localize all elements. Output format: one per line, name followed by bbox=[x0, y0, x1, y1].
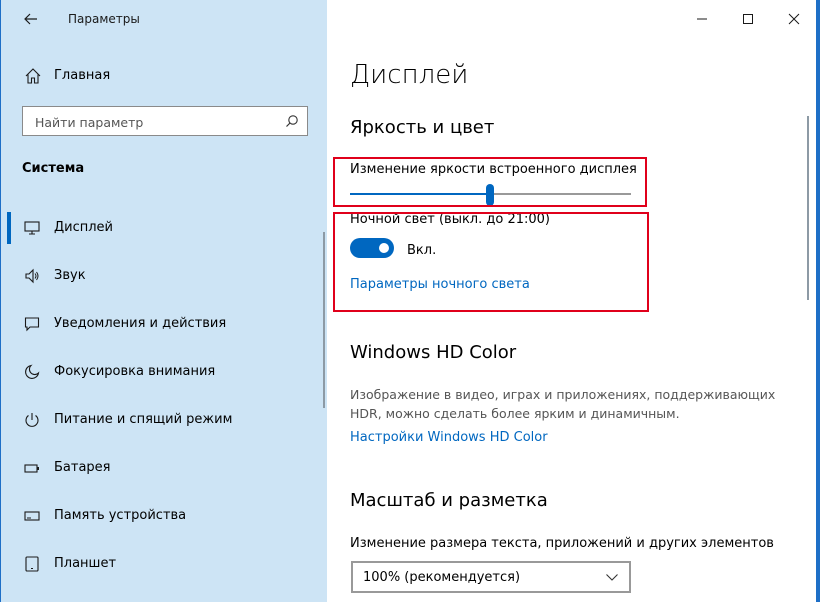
tablet-icon bbox=[25, 556, 39, 572]
sidebar-item-power[interactable]: Питание и спящий режим bbox=[1, 400, 323, 440]
sidebar: Параметры Главная Система Дисплей bbox=[1, 0, 327, 602]
hd-color-heading: Windows HD Color bbox=[350, 342, 517, 363]
sidebar-item-sound[interactable]: Звук bbox=[1, 256, 323, 296]
scale-label: Изменение размера текста, приложений и д… bbox=[350, 536, 774, 551]
maximize-button[interactable] bbox=[738, 10, 758, 28]
minimize-icon bbox=[697, 18, 707, 20]
settings-window: Параметры Главная Система Дисплей bbox=[1, 0, 816, 602]
notification-icon bbox=[24, 317, 40, 332]
search-icon[interactable] bbox=[285, 114, 299, 128]
sidebar-item-label: Звук bbox=[54, 268, 86, 283]
main-content: Дисплей Яркость и цвет Изменение яркости… bbox=[327, 0, 816, 602]
active-indicator bbox=[7, 212, 11, 244]
sidebar-item-label: Память устройства bbox=[54, 508, 187, 523]
sidebar-item-storage[interactable]: Память устройства bbox=[1, 496, 323, 536]
sidebar-scrollbar[interactable] bbox=[323, 232, 325, 408]
sidebar-item-label: Уведомления и действия bbox=[54, 316, 227, 331]
sidebar-item-tablet[interactable]: Планшет bbox=[1, 544, 323, 584]
sidebar-item-label: Батарея bbox=[54, 460, 111, 475]
sidebar-item-focus-assist[interactable]: Фокусировка внимания bbox=[1, 352, 323, 392]
highlight-box-night-light bbox=[333, 212, 649, 312]
brightness-heading: Яркость и цвет bbox=[350, 117, 495, 138]
power-icon bbox=[25, 413, 39, 427]
section-title: Система bbox=[22, 161, 85, 176]
content-scrollbar[interactable] bbox=[807, 116, 809, 300]
window-controls bbox=[656, 0, 816, 38]
page-title: Дисплей bbox=[350, 60, 469, 90]
close-button[interactable] bbox=[784, 10, 804, 28]
storage-icon bbox=[24, 511, 40, 521]
highlight-box-brightness bbox=[333, 157, 647, 207]
sidebar-item-battery[interactable]: Батарея bbox=[1, 448, 323, 488]
close-icon bbox=[788, 13, 800, 25]
search-box[interactable] bbox=[22, 106, 308, 136]
sidebar-item-home[interactable]: Главная bbox=[1, 60, 327, 92]
search-input[interactable] bbox=[33, 112, 277, 132]
hd-color-description: Изображение в видео, играх и приложениях… bbox=[350, 387, 776, 421]
moon-icon bbox=[25, 364, 40, 379]
scale-dropdown[interactable]: 100% (рекомендуется) bbox=[351, 561, 631, 593]
speaker-icon bbox=[25, 268, 39, 284]
dropdown-value: 100% (рекомендуется) bbox=[363, 570, 521, 585]
sidebar-item-label: Главная bbox=[54, 68, 111, 83]
back-arrow-icon bbox=[24, 13, 37, 25]
chevron-down-icon bbox=[606, 574, 618, 581]
app-title: Параметры bbox=[68, 12, 140, 26]
sidebar-item-label: Планшет bbox=[54, 556, 117, 571]
sidebar-item-label: Фокусировка внимания bbox=[54, 364, 216, 379]
maximize-icon bbox=[743, 14, 753, 24]
battery-icon bbox=[24, 464, 39, 473]
hd-color-settings-link[interactable]: Настройки Windows HD Color bbox=[350, 430, 548, 445]
sidebar-item-notifications[interactable]: Уведомления и действия bbox=[1, 304, 323, 344]
minimize-button[interactable] bbox=[692, 10, 712, 28]
titlebar-left: Параметры bbox=[1, 0, 327, 38]
monitor-icon bbox=[24, 221, 40, 235]
back-button[interactable] bbox=[17, 8, 45, 30]
sidebar-item-label: Питание и спящий режим bbox=[54, 412, 233, 427]
scale-heading: Масштаб и разметка bbox=[350, 490, 548, 511]
sidebar-item-display[interactable]: Дисплей bbox=[1, 208, 323, 248]
sidebar-item-label: Дисплей bbox=[54, 220, 114, 235]
home-icon bbox=[25, 68, 41, 84]
